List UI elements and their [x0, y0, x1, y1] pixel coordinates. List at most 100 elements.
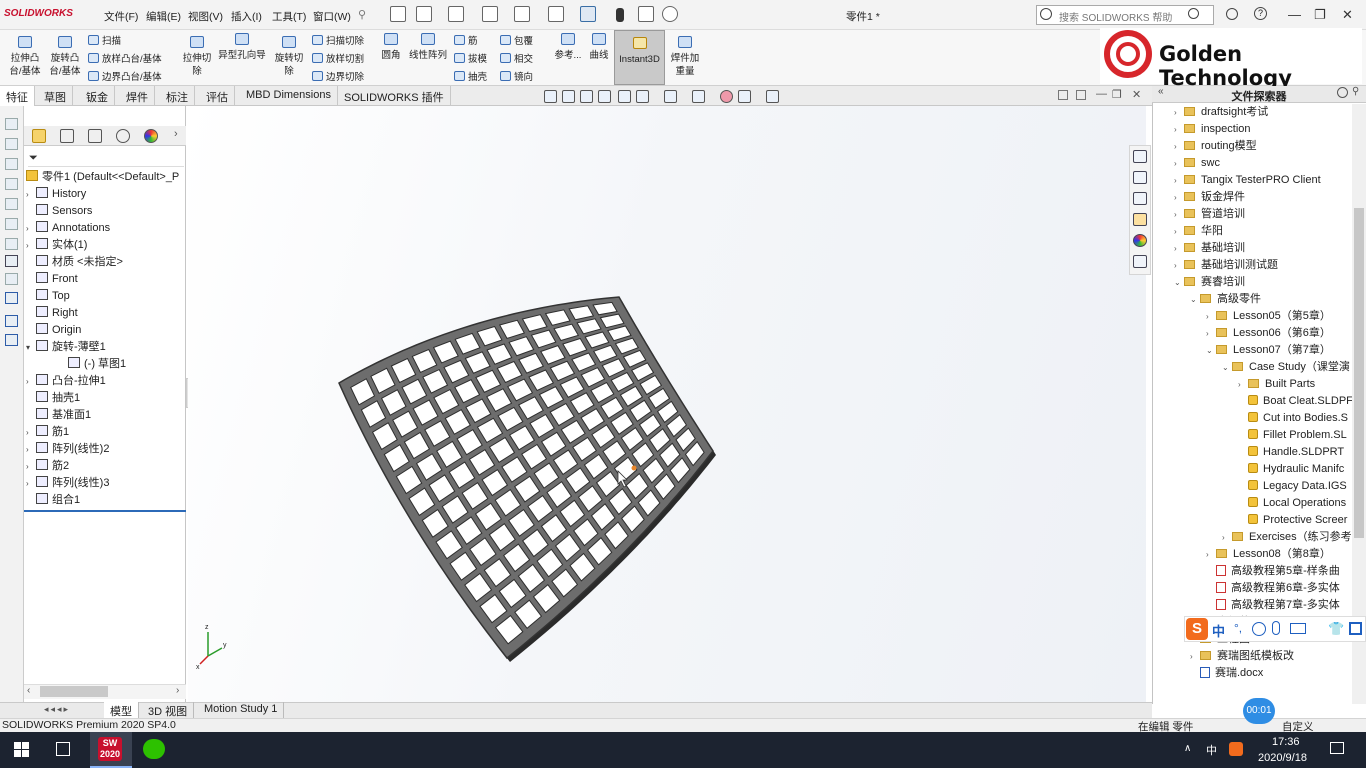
explorer-folder[interactable]: › Tangix TesterPRO Client	[1174, 172, 1352, 189]
tool-strip-icon-12[interactable]	[5, 334, 18, 346]
tree-item[interactable]: 材质 <未指定>	[26, 254, 186, 271]
view-palette-icon[interactable]	[1133, 213, 1147, 226]
tree-item[interactable]: Sensors	[26, 203, 186, 220]
undo-icon[interactable]	[548, 6, 564, 22]
menu-file[interactable]: 文件(F)	[104, 9, 138, 24]
chevron-down-icon[interactable]: ⌄	[1190, 291, 1200, 308]
save-icon[interactable]	[482, 6, 498, 22]
view-orientation-icon[interactable]	[636, 90, 649, 103]
chevron-right-icon[interactable]: ›	[26, 441, 36, 458]
explorer-folder[interactable]: › inspection	[1174, 121, 1352, 138]
fillet-button[interactable]: 圆角	[376, 33, 406, 62]
print-icon[interactable]	[514, 6, 530, 22]
extrude-boss-button[interactable]: 拉伸凸 台/基体	[6, 36, 44, 78]
property-manager-tab-icon[interactable]	[60, 129, 74, 143]
wrap-button[interactable]: 包覆	[500, 33, 533, 47]
sweep-button[interactable]: 扫描	[88, 33, 121, 47]
hide-show-items-icon[interactable]	[692, 90, 705, 103]
ime-skin-icon[interactable]: 👕	[1328, 621, 1344, 637]
chevron-right-icon[interactable]: ›	[1206, 325, 1216, 342]
boundary-cut-button[interactable]: 边界切除	[312, 69, 364, 83]
tool-strip-icon-2[interactable]	[5, 138, 18, 150]
tab-markup[interactable]: 标注	[160, 86, 195, 106]
explorer-file[interactable]: Protective Screer	[1238, 512, 1352, 529]
tree-item[interactable]: › 实体(1)	[26, 237, 186, 254]
chevron-right-icon[interactable]: ›	[26, 237, 36, 254]
revolve-boss-button[interactable]: 旋转凸 台/基体	[46, 36, 84, 78]
tree-scroll-thumb[interactable]	[40, 686, 108, 697]
menu-tools[interactable]: 工具(T)	[272, 9, 306, 24]
chevron-right-icon[interactable]: ›	[1174, 206, 1184, 223]
chevron-right-icon[interactable]: ›	[26, 220, 36, 237]
tree-item[interactable]: Right	[26, 305, 186, 322]
tab-evaluate[interactable]: 评估	[200, 86, 235, 106]
tool-strip-icon-9[interactable]	[5, 273, 18, 285]
viewport-restore-icon[interactable]: ❐	[1112, 88, 1122, 101]
explorer-folder[interactable]: › Lesson08（第8章）	[1206, 546, 1352, 563]
part-model[interactable]	[188, 106, 1146, 702]
explorer-folder[interactable]: › Lesson06（第6章）	[1206, 325, 1352, 342]
ime-voice-icon[interactable]	[1272, 621, 1280, 635]
feature-tree-tab-icon[interactable]	[32, 129, 46, 143]
edit-appearance-icon[interactable]	[720, 90, 733, 103]
zoom-area-icon[interactable]	[562, 90, 575, 103]
explorer-file[interactable]: 赛瑞.docx	[1190, 665, 1352, 682]
windows-start-icon[interactable]	[14, 742, 29, 757]
clock-time[interactable]: 17:36	[1272, 736, 1300, 748]
lofted-cut-button[interactable]: 放样切割	[312, 51, 364, 65]
explorer-folder[interactable]: › 基础培训	[1174, 240, 1352, 257]
boundary-boss-button[interactable]: 边界凸台/基体	[88, 69, 162, 83]
tool-strip-icon-11[interactable]	[5, 315, 18, 327]
scroll-left-icon[interactable]: ‹	[27, 685, 30, 696]
apply-scene-icon[interactable]	[738, 90, 751, 103]
tree-item[interactable]: › 筋1	[26, 424, 186, 441]
reference-geometry-button[interactable]: 参考...	[548, 33, 588, 62]
restore-icon[interactable]: ❐	[1314, 7, 1326, 23]
tree-item[interactable]: 抽壳1	[26, 390, 186, 407]
tree-item[interactable]: ▾ 旋转-薄壁1	[26, 339, 186, 356]
resources-home-icon[interactable]	[1133, 150, 1147, 163]
explorer-file[interactable]: Boat Cleat.SLDPF	[1238, 393, 1352, 410]
tree-item[interactable]: › 筋2	[26, 458, 186, 475]
shell-button[interactable]: 抽壳	[454, 69, 487, 83]
explorer-file[interactable]: Hydraulic Manifc	[1238, 461, 1352, 478]
tab-sheet-metal[interactable]: 钣金	[80, 86, 115, 106]
chevron-right-icon[interactable]: ›	[1174, 172, 1184, 189]
chevron-right-icon[interactable]: ›	[1174, 189, 1184, 206]
chevron-down-icon[interactable]: ▾	[26, 339, 36, 356]
explorer-file[interactable]: Legacy Data.IGS	[1238, 478, 1352, 495]
explorer-folder[interactable]: › 钣金焊件	[1174, 189, 1352, 206]
chevron-right-icon[interactable]: ›	[1174, 257, 1184, 274]
tree-item[interactable]: › 阵列(线性)2	[26, 441, 186, 458]
tree-item[interactable]: › 阵列(线性)3	[26, 475, 186, 492]
chevron-right-icon[interactable]: ›	[1222, 529, 1232, 546]
chevron-right-icon[interactable]: ›	[1174, 138, 1184, 155]
rollback-bar[interactable]	[24, 510, 186, 512]
chevron-down-icon[interactable]: ⌄	[1206, 342, 1216, 359]
explorer-folder[interactable]: › routing模型	[1174, 138, 1352, 155]
home-icon[interactable]	[390, 6, 406, 22]
tool-strip-icon-3[interactable]	[5, 158, 18, 170]
chevron-right-icon[interactable]: ›	[1174, 155, 1184, 172]
linear-pattern-button[interactable]: 线性阵列	[406, 33, 450, 62]
viewport-tile-icon[interactable]	[1058, 90, 1068, 100]
tab-motion-study[interactable]: Motion Study 1	[198, 702, 285, 718]
tray-ime[interactable]: 中	[1206, 742, 1217, 758]
explorer-folder[interactable]: ⌄ 赛睿培训	[1174, 274, 1352, 291]
swept-cut-button[interactable]: 扫描切除	[312, 33, 364, 47]
curves-button[interactable]: 曲线	[586, 33, 612, 62]
sogou-ime-icon[interactable]: S	[1186, 618, 1208, 640]
chevron-right-icon[interactable]: ›	[1174, 104, 1184, 121]
clock-date[interactable]: 2020/9/18	[1258, 752, 1307, 764]
revolve-cut-button[interactable]: 旋转切 除	[270, 36, 308, 78]
solidworks-logo[interactable]: SOLIDWORKS	[4, 8, 73, 19]
menu-insert[interactable]: 插入(I)	[231, 9, 262, 24]
section-view-icon[interactable]	[598, 90, 611, 103]
pane-settings-gear-icon[interactable]	[1337, 87, 1348, 98]
explorer-scroll-thumb[interactable]	[1354, 208, 1364, 538]
explorer-folder[interactable]: ⌄ Case Study（课堂演	[1222, 359, 1352, 376]
previous-view-icon[interactable]	[580, 90, 593, 103]
display-style-icon[interactable]	[664, 90, 677, 103]
minimize-icon[interactable]: —	[1288, 7, 1301, 22]
configuration-manager-tab-icon[interactable]	[88, 129, 102, 143]
